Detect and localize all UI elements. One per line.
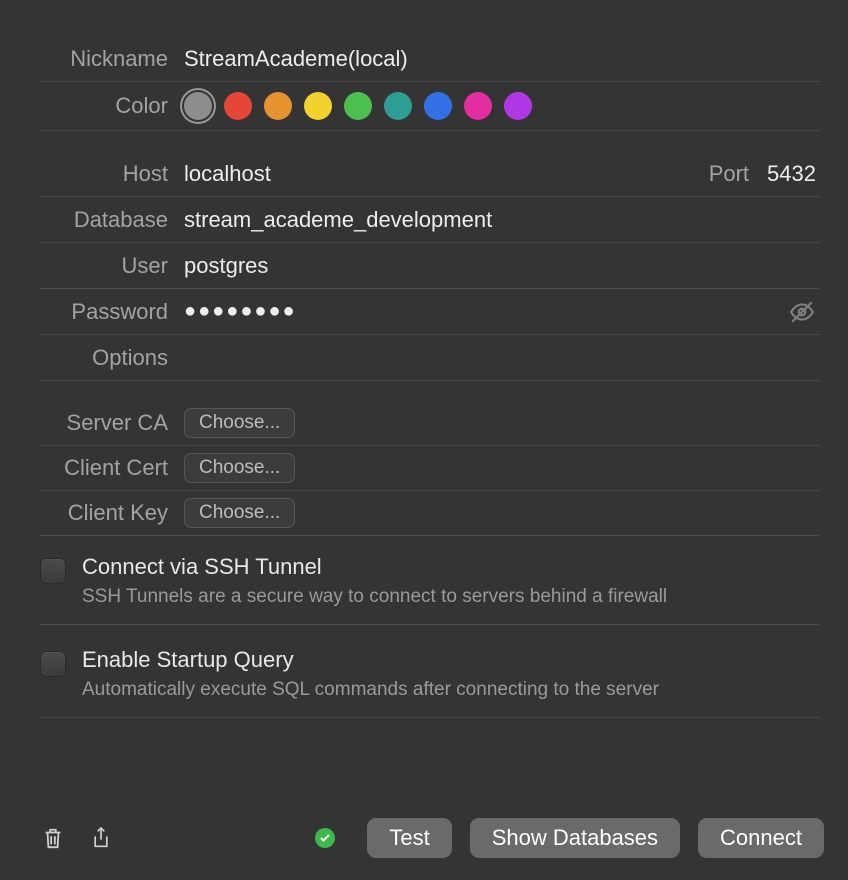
ssh-tunnel-desc: SSH Tunnels are a secure way to connect …	[82, 586, 667, 608]
password-input[interactable]: ●●●●●●●●	[184, 300, 788, 323]
host-input[interactable]	[184, 161, 709, 187]
startup-query-checkbox[interactable]	[40, 651, 66, 677]
client-key-label: Client Key	[40, 500, 184, 526]
color-swatch-purple[interactable]	[504, 92, 532, 120]
status-ok-icon	[315, 828, 335, 848]
database-input[interactable]	[184, 207, 820, 233]
client-cert-choose-button[interactable]: Choose...	[184, 453, 295, 483]
client-cert-row: Client Cert Choose...	[40, 446, 820, 491]
color-swatches	[184, 88, 532, 124]
host-label: Host	[40, 161, 184, 187]
test-button[interactable]: Test	[367, 818, 451, 858]
color-swatch-yellow[interactable]	[304, 92, 332, 120]
password-label: Password	[40, 299, 184, 325]
password-row: Password ●●●●●●●●	[40, 289, 820, 335]
server-ca-row: Server CA Choose...	[40, 401, 820, 446]
host-row: Host Port 5432	[40, 151, 820, 197]
database-row: Database	[40, 197, 820, 243]
client-key-row: Client Key Choose...	[40, 491, 820, 536]
nickname-input[interactable]	[184, 46, 820, 72]
show-databases-button[interactable]: Show Databases	[470, 818, 680, 858]
options-row: Options	[40, 335, 820, 381]
server-ca-label: Server CA	[40, 410, 184, 436]
color-label: Color	[40, 93, 184, 119]
port-input[interactable]: 5432	[767, 161, 816, 187]
color-row: Color	[40, 82, 820, 131]
nickname-row: Nickname	[40, 36, 820, 82]
color-swatch-red[interactable]	[224, 92, 252, 120]
startup-query-title: Enable Startup Query	[82, 647, 659, 673]
color-swatch-pink[interactable]	[464, 92, 492, 120]
nickname-label: Nickname	[40, 46, 184, 72]
ssh-tunnel-checkbox[interactable]	[40, 558, 66, 584]
connection-settings-panel: Nickname Color Host Port 5432 Database U…	[0, 0, 848, 722]
color-swatch-teal[interactable]	[384, 92, 412, 120]
ssh-tunnel-title: Connect via SSH Tunnel	[82, 554, 667, 580]
color-swatch-blue[interactable]	[424, 92, 452, 120]
client-cert-label: Client Cert	[40, 455, 184, 481]
user-label: User	[40, 253, 184, 279]
color-swatch-orange[interactable]	[264, 92, 292, 120]
options-label: Options	[40, 345, 184, 371]
server-ca-choose-button[interactable]: Choose...	[184, 408, 295, 438]
footer-bar: Test Show Databases Connect	[0, 800, 848, 880]
startup-query-block: Enable Startup Query Automatically execu…	[40, 629, 820, 722]
color-swatch-green[interactable]	[344, 92, 372, 120]
toggle-password-visibility-icon[interactable]	[788, 298, 816, 326]
options-input[interactable]	[184, 345, 820, 371]
startup-query-desc: Automatically execute SQL commands after…	[82, 679, 659, 701]
ssh-tunnel-block: Connect via SSH Tunnel SSH Tunnels are a…	[40, 536, 820, 629]
client-key-choose-button[interactable]: Choose...	[184, 498, 295, 528]
trash-icon[interactable]	[40, 824, 66, 852]
color-swatch-gray[interactable]	[184, 92, 212, 120]
database-label: Database	[40, 207, 184, 233]
user-row: User	[40, 243, 820, 289]
user-input[interactable]	[184, 253, 820, 279]
port-label: Port	[709, 161, 749, 187]
share-icon[interactable]	[88, 824, 114, 852]
connect-button[interactable]: Connect	[698, 818, 824, 858]
